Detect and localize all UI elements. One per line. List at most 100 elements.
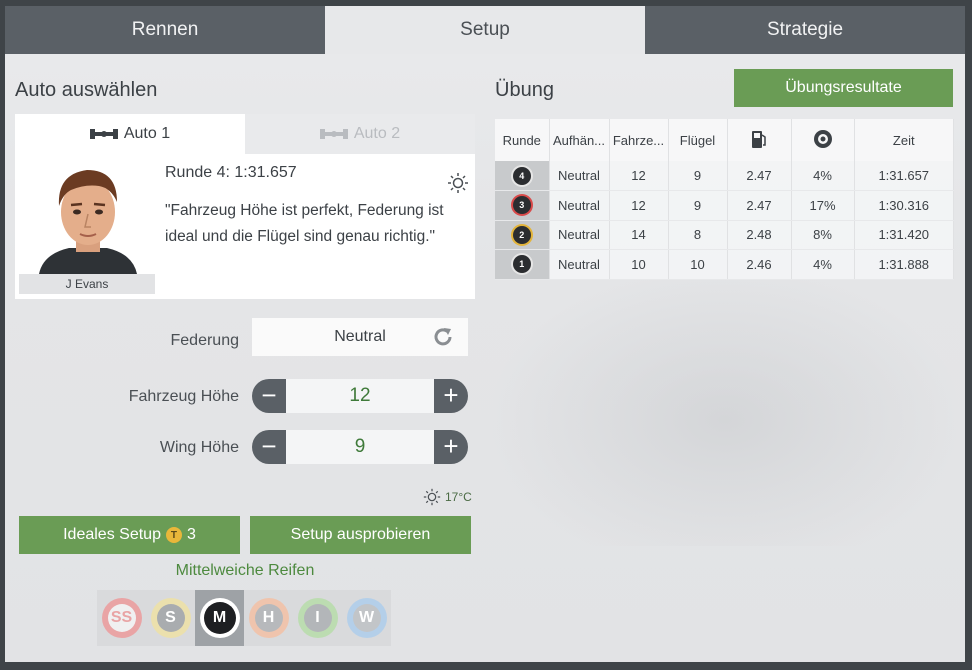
suspension-value: Neutral — [334, 328, 386, 345]
suspension-select[interactable]: Neutral — [252, 318, 468, 356]
wear-cell: 8% — [791, 220, 855, 250]
fuel-cell: 2.47 — [727, 190, 792, 221]
col-time: Zeit — [854, 119, 954, 161]
tyre-m-icon: M — [199, 598, 240, 638]
car-tab-2-label: Auto 2 — [353, 125, 401, 142]
setup-screen: Rennen Setup Strategie Auto auswählen Au… — [5, 6, 965, 662]
wear-cell: 17% — [791, 190, 855, 221]
car-icon — [319, 129, 348, 139]
tyre-option-h[interactable]: H — [244, 590, 293, 646]
practice-title: Übung — [495, 79, 554, 101]
lap-cell: 3 — [495, 190, 550, 221]
tyre-i-icon: I — [297, 598, 338, 638]
table-row[interactable]: 2 Neutral 14 8 2.48 8% 1:31.420 — [495, 220, 954, 250]
ideal-setup-button[interactable]: Ideales Setup T 3 — [19, 516, 240, 554]
col-ride-height: Fahrze... — [609, 119, 669, 161]
practice-results-button[interactable]: Übungsresultate — [734, 69, 953, 107]
tyre-option-ss[interactable]: SS — [97, 590, 146, 646]
tyre-option-i[interactable]: I — [293, 590, 342, 646]
tab-strategie[interactable]: Strategie — [645, 6, 965, 54]
suspension-label: Federung — [170, 332, 240, 349]
fuel-icon — [752, 130, 766, 148]
lap-tyre-icon: 1 — [512, 255, 531, 274]
car-tab-2[interactable]: Auto 2 — [245, 114, 475, 154]
susp-cell: Neutral — [549, 220, 610, 250]
temperature-value: 17°C — [445, 490, 472, 504]
ride-height-stepper: − 12 + — [252, 379, 468, 413]
main-tabs: Rennen Setup Strategie — [5, 6, 965, 54]
refresh-icon[interactable] — [432, 326, 454, 348]
tyre-s-code: S — [156, 604, 185, 632]
car-tab-1[interactable]: Auto 1 — [15, 114, 245, 154]
ride-height-minus-button[interactable]: − — [252, 379, 286, 413]
driver-name: J Evans — [19, 274, 155, 294]
susp-cell: Neutral — [549, 161, 610, 191]
lap-cell: 2 — [495, 220, 550, 250]
col-wing: Flügel — [668, 119, 728, 161]
table-row[interactable]: 1 Neutral 10 10 2.46 4% 1:31.888 — [495, 249, 954, 280]
car-icon — [89, 129, 118, 139]
tyre-s-icon: S — [150, 598, 191, 638]
lap-tyre-icon: 2 — [512, 225, 531, 244]
tab-rennen[interactable]: Rennen — [5, 6, 325, 54]
lap-cell: 4 — [495, 161, 550, 191]
tyre-i-code: I — [303, 604, 332, 632]
ride-height-plus-button[interactable]: + — [434, 379, 468, 413]
wing-cell: 9 — [668, 161, 728, 191]
wing-value: 9 — [286, 430, 434, 464]
tab-setup[interactable]: Setup — [325, 6, 645, 54]
height-cell: 12 — [609, 190, 669, 221]
height-cell: 10 — [609, 249, 669, 280]
wear-cell: 4% — [791, 161, 855, 191]
lap-cell: 1 — [495, 249, 550, 280]
col-suspension: Aufhän... — [549, 119, 610, 161]
tyre-ss-code: SS — [107, 604, 136, 632]
wing-plus-button[interactable]: + — [434, 430, 468, 464]
fuel-cell: 2.47 — [727, 161, 792, 191]
car-select-title: Auto auswählen — [15, 79, 158, 101]
lap-info: Runde 4: 1:31.657 — [165, 164, 297, 181]
time-cell: 1:30.316 — [854, 190, 954, 221]
table-header-row: Runde Aufhän... Fahrze... Flügel Zeit — [495, 119, 954, 161]
tyre-label: Mittelweiche Reifen — [175, 562, 315, 579]
height-cell: 14 — [609, 220, 669, 250]
driver-portrait: J Evans — [19, 154, 157, 294]
tyre-w-icon: W — [346, 598, 387, 638]
time-cell: 1:31.888 — [854, 249, 954, 280]
tyre-h-code: H — [254, 604, 283, 632]
wing-cell: 9 — [668, 190, 728, 221]
table-row[interactable]: 4 Neutral 12 9 2.47 4% 1:31.657 — [495, 161, 954, 191]
practice-table: Runde Aufhän... Fahrze... Flügel Zeit 4 … — [495, 119, 954, 280]
fuel-cell: 2.46 — [727, 249, 792, 280]
lap-tyre-icon: 4 — [512, 166, 531, 185]
wing-stepper: − 9 + — [252, 430, 468, 464]
try-setup-button[interactable]: Setup ausprobieren — [250, 516, 471, 554]
table-row[interactable]: 3 Neutral 12 9 2.47 17% 1:30.316 — [495, 190, 954, 221]
wear-cell: 4% — [791, 249, 855, 280]
car-panel: Auto 1 Auto 2 J Evans Runde 4: 1:31.657 … — [15, 114, 475, 299]
tyre-h-icon: H — [248, 598, 289, 638]
ride-height-value: 12 — [286, 379, 434, 413]
tyre-icon — [813, 129, 832, 148]
tyre-option-m[interactable]: M — [195, 590, 244, 646]
wing-cell: 10 — [668, 249, 728, 280]
tyre-option-s[interactable]: S — [146, 590, 195, 646]
car-tab-1-label: Auto 1 — [123, 125, 171, 142]
token-icon: T — [165, 527, 182, 543]
ideal-setup-cost: 3 — [186, 526, 196, 543]
tyre-ss-icon: SS — [101, 598, 142, 638]
car-tabs: Auto 1 Auto 2 — [15, 114, 475, 154]
col-fuel — [727, 119, 792, 161]
height-cell: 12 — [609, 161, 669, 191]
tyre-m-code: M — [203, 602, 236, 634]
driver-feedback: "Fahrzeug Höhe ist perfekt, Federung ist… — [165, 202, 444, 245]
col-lap: Runde — [495, 119, 550, 161]
background-blur — [485, 266, 965, 546]
ideal-setup-label: Ideales Setup — [63, 526, 161, 543]
tyre-option-w[interactable]: W — [342, 590, 391, 646]
wing-label: Wing Höhe — [159, 439, 239, 456]
time-cell: 1:31.420 — [854, 220, 954, 250]
wing-minus-button[interactable]: − — [252, 430, 286, 464]
tyre-selector: SS S M H I W — [97, 590, 391, 646]
col-tyre-wear — [791, 119, 855, 161]
